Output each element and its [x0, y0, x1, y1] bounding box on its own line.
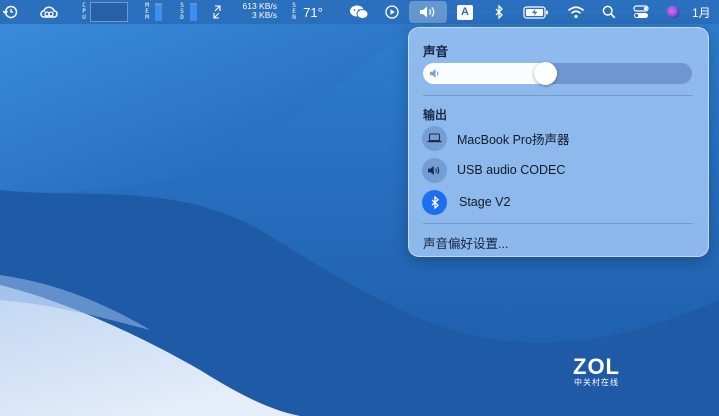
sensor-monitor-label[interactable]: S E N [290, 0, 298, 24]
output-device-label: Stage V2 [459, 195, 511, 209]
sound-panel: 声音 输出 MacBook Pro扬声器 USB audio CODEC Sta… [408, 27, 709, 257]
volume-menu-icon[interactable] [409, 1, 447, 23]
laptop-icon [422, 125, 447, 151]
cpu-monitor-label[interactable]: C P U [80, 0, 88, 24]
bluetooth-icon[interactable] [490, 0, 508, 24]
watermark-subtitle: 中关村在线 [574, 378, 619, 387]
search-icon[interactable] [599, 0, 619, 24]
watermark-brand: ZOL [573, 354, 620, 379]
mem-monitor-label[interactable]: M E M [143, 0, 151, 24]
temperature-readout[interactable]: 71° [299, 0, 327, 24]
network-arrows-icon [211, 0, 223, 24]
output-device-stage-v2[interactable]: Stage V2 [422, 189, 692, 215]
wechat-icon[interactable] [347, 0, 371, 24]
divider [423, 223, 693, 224]
sound-preferences-link[interactable]: 声音偏好设置... [423, 233, 508, 252]
creative-cloud-icon[interactable] [37, 0, 61, 24]
menu-clock[interactable]: 1月 [692, 0, 719, 24]
cpu-graph[interactable] [90, 0, 128, 24]
volume-low-icon [430, 69, 439, 78]
divider [423, 95, 693, 96]
zol-watermark: ZOL 中关村在线 [573, 354, 620, 388]
mem-bar[interactable] [153, 0, 163, 24]
time-machine-icon[interactable] [0, 0, 20, 24]
battery-charging-icon[interactable] [522, 0, 550, 24]
siri-icon[interactable] [663, 0, 683, 24]
sound-panel-title: 声音 [423, 45, 449, 59]
bluetooth-icon [422, 189, 447, 215]
output-device-usb-audio[interactable]: USB audio CODEC [422, 157, 692, 183]
wifi-icon[interactable] [565, 0, 587, 24]
control-center-icon[interactable] [631, 0, 651, 24]
output-device-macbook-speakers[interactable]: MacBook Pro扬声器 [422, 125, 692, 151]
volume-slider-knob[interactable] [534, 62, 557, 85]
menu-bar: C P U M E M S S D 613 KB/s 3 KB/s S E N … [0, 0, 719, 24]
output-section-label: 输出 [423, 108, 448, 122]
ssd-bar[interactable] [188, 0, 198, 24]
volume-slider[interactable] [423, 62, 692, 85]
input-source-icon[interactable]: A [455, 0, 475, 24]
output-device-label: MacBook Pro扬声器 [457, 132, 570, 147]
network-download: 3 KB/s [251, 10, 277, 20]
ssd-monitor-label[interactable]: S S D [178, 0, 186, 24]
play-circle-icon[interactable] [382, 0, 402, 24]
output-device-label: USB audio CODEC [457, 163, 566, 177]
network-speed[interactable]: 613 KB/s 3 KB/s [233, 2, 278, 20]
speaker-icon [422, 157, 447, 183]
